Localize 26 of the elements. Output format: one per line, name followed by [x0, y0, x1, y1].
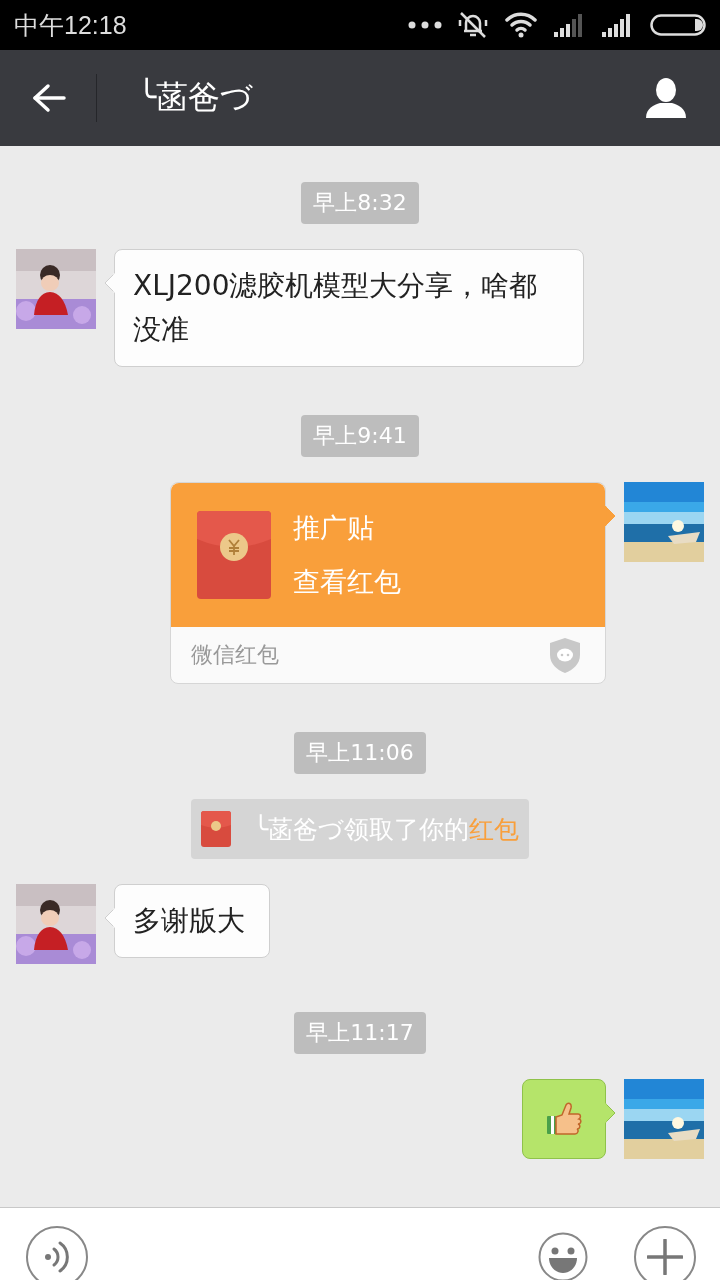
voice-button[interactable]: [26, 1225, 88, 1280]
chat-title: ╰菡爸づ: [137, 76, 255, 118]
muted-bell-icon: [458, 10, 488, 40]
shield-icon: [549, 636, 581, 674]
timestamp: 早上8:32: [301, 182, 419, 224]
bubble-tail: [605, 506, 615, 526]
plus-icon: [647, 1238, 683, 1275]
back-arrow-icon[interactable]: [32, 83, 66, 113]
plus-button[interactable]: [634, 1225, 696, 1280]
emoji-button[interactable]: [538, 1231, 588, 1280]
battery-icon: [650, 14, 706, 36]
status-time: 中午12:18: [14, 9, 127, 41]
smiley-icon: [538, 1231, 588, 1280]
timestamp: 早上11:06: [294, 732, 426, 774]
timestamp: 早上9:41: [301, 415, 419, 457]
packet-title: 推广贴: [293, 511, 375, 545]
thumbs-up-icon: [546, 1102, 582, 1136]
envelope-icon: [200, 811, 231, 847]
packet-action: 查看红包: [293, 565, 401, 599]
wifi-icon: [504, 11, 538, 39]
envelope-icon: [197, 511, 271, 599]
packet-label: 微信红包: [191, 641, 279, 669]
more-dots-icon: [408, 20, 442, 30]
timestamp: 早上11:17: [294, 1012, 426, 1054]
person-icon[interactable]: [644, 78, 688, 118]
packet-link[interactable]: 红包: [469, 814, 520, 844]
